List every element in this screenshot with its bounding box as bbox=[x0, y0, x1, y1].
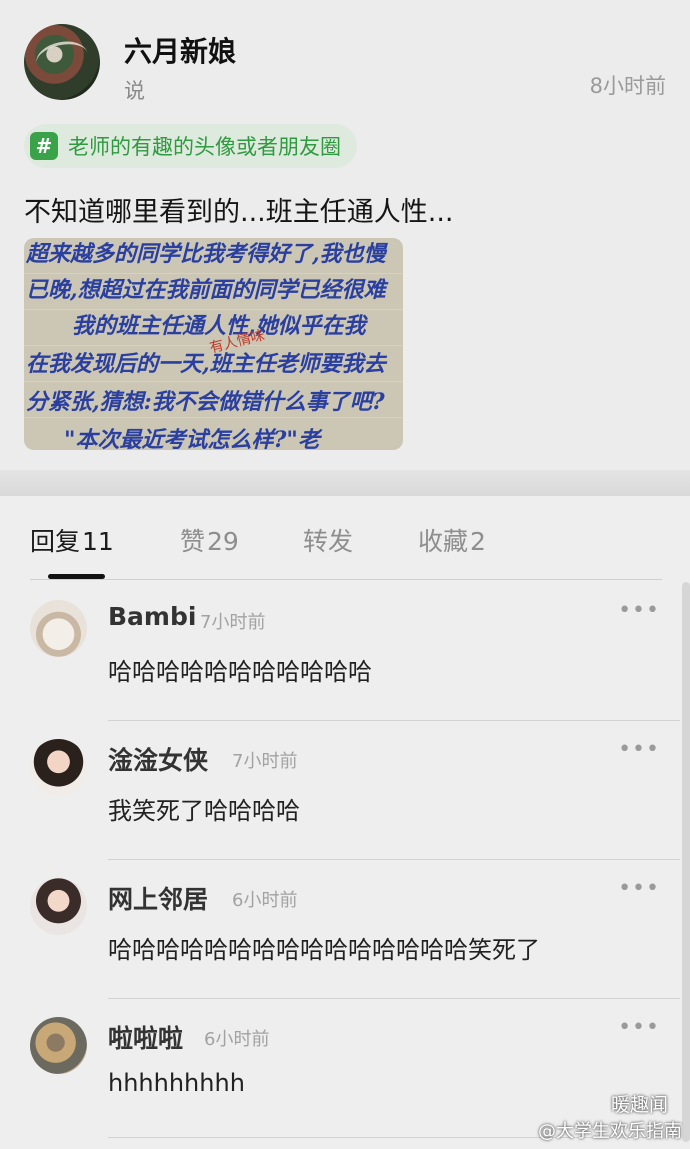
image-handwriting-line: 分紧张,猜想:我不会做错什么事了吧? bbox=[26, 389, 385, 415]
commenter-avatar[interactable] bbox=[30, 600, 87, 657]
replies-section: 回复11 赞29 转发 收藏2 Bambi 7小时前 ••• 哈哈哈哈哈哈哈哈哈… bbox=[0, 496, 690, 1149]
tab-likes[interactable]: 赞29 bbox=[180, 522, 239, 558]
tab-favorites-count: 2 bbox=[470, 527, 486, 556]
watermark-brand: 暖趣闻 bbox=[610, 1094, 668, 1116]
comment-text: hhhhhhhhh bbox=[108, 1069, 245, 1097]
tab-reposts-label: 转发 bbox=[303, 527, 354, 556]
tabs-divider bbox=[30, 579, 662, 580]
comment-timestamp: 6小时前 bbox=[232, 890, 298, 911]
tab-replies-count: 11 bbox=[82, 527, 114, 556]
more-options-icon[interactable]: ••• bbox=[618, 876, 660, 901]
image-handwriting-line: "本次最近考试怎么样?"老 bbox=[64, 427, 320, 450]
more-options-icon[interactable]: ••• bbox=[618, 1015, 660, 1040]
commenter-avatar[interactable] bbox=[30, 878, 87, 935]
comment-item: 网上邻居 6小时前 ••• 哈哈哈哈哈哈哈哈哈哈哈哈哈哈哈笑死了 bbox=[0, 860, 690, 999]
commenter-name[interactable]: Bambi bbox=[108, 602, 196, 631]
image-handwriting-line: 已晚,想超过在我前面的同学已经很难 bbox=[26, 277, 386, 303]
author-name[interactable]: 六月新娘 bbox=[124, 30, 236, 70]
post-image[interactable]: 超来越多的同学比我考得好了,我也慢 已晚,想超过在我前面的同学已经很难 我的班主… bbox=[24, 238, 403, 450]
commenter-name[interactable]: 网上邻居 bbox=[108, 880, 208, 916]
comment-item: Bambi 7小时前 ••• 哈哈哈哈哈哈哈哈哈哈哈 bbox=[0, 582, 690, 721]
tab-favorites-label: 收藏 bbox=[418, 527, 469, 556]
comment-timestamp: 7小时前 bbox=[200, 612, 266, 633]
interaction-tabs: 回复11 赞29 转发 收藏2 bbox=[0, 496, 690, 580]
comment-text: 我笑死了哈哈哈哈 bbox=[108, 797, 300, 825]
comment-text: 哈哈哈哈哈哈哈哈哈哈哈 bbox=[108, 658, 372, 686]
post-timestamp: 8小时前 bbox=[589, 74, 666, 98]
commenter-name[interactable]: 淦淦女侠 bbox=[108, 741, 208, 777]
hashtag-icon: # bbox=[30, 132, 58, 160]
commenter-avatar[interactable] bbox=[30, 739, 87, 796]
commenter-name[interactable]: 啦啦啦 bbox=[108, 1019, 183, 1055]
post-action-label: 说 bbox=[124, 79, 145, 103]
commenter-avatar[interactable] bbox=[30, 1017, 87, 1074]
comment-timestamp: 6小时前 bbox=[204, 1029, 270, 1050]
comment-item: 淦淦女侠 7小时前 ••• 我笑死了哈哈哈哈 bbox=[0, 721, 690, 860]
post-body-text: 不知道哪里看到的...班主任通人性... bbox=[24, 197, 454, 228]
more-options-icon[interactable]: ••• bbox=[618, 598, 660, 623]
tab-replies[interactable]: 回复11 bbox=[30, 522, 114, 558]
tab-likes-label: 赞 bbox=[180, 527, 206, 556]
post-card: 六月新娘 说 8小时前 # 老师的有趣的头像或者朋友圈 不知道哪里看到的...班… bbox=[0, 0, 690, 470]
tab-favorites[interactable]: 收藏2 bbox=[418, 522, 486, 558]
watermark-account: @大学生欢乐指南 bbox=[538, 1121, 682, 1142]
tab-replies-label: 回复 bbox=[30, 527, 81, 556]
topic-tag[interactable]: # 老师的有趣的头像或者朋友圈 bbox=[24, 124, 357, 168]
author-avatar[interactable] bbox=[24, 24, 100, 100]
tab-likes-count: 29 bbox=[207, 527, 239, 556]
section-divider bbox=[0, 470, 690, 496]
image-handwriting-line: 在我发现后的一天,班主任老师要我去 bbox=[26, 351, 386, 377]
comment-timestamp: 7小时前 bbox=[232, 751, 298, 772]
tab-reposts[interactable]: 转发 bbox=[303, 522, 353, 558]
image-handwriting-line: 超来越多的同学比我考得好了,我也慢 bbox=[26, 241, 386, 267]
topic-tag-label: 老师的有趣的头像或者朋友圈 bbox=[68, 135, 341, 159]
more-options-icon[interactable]: ••• bbox=[618, 737, 660, 762]
comment-text: 哈哈哈哈哈哈哈哈哈哈哈哈哈哈哈笑死了 bbox=[108, 936, 540, 964]
